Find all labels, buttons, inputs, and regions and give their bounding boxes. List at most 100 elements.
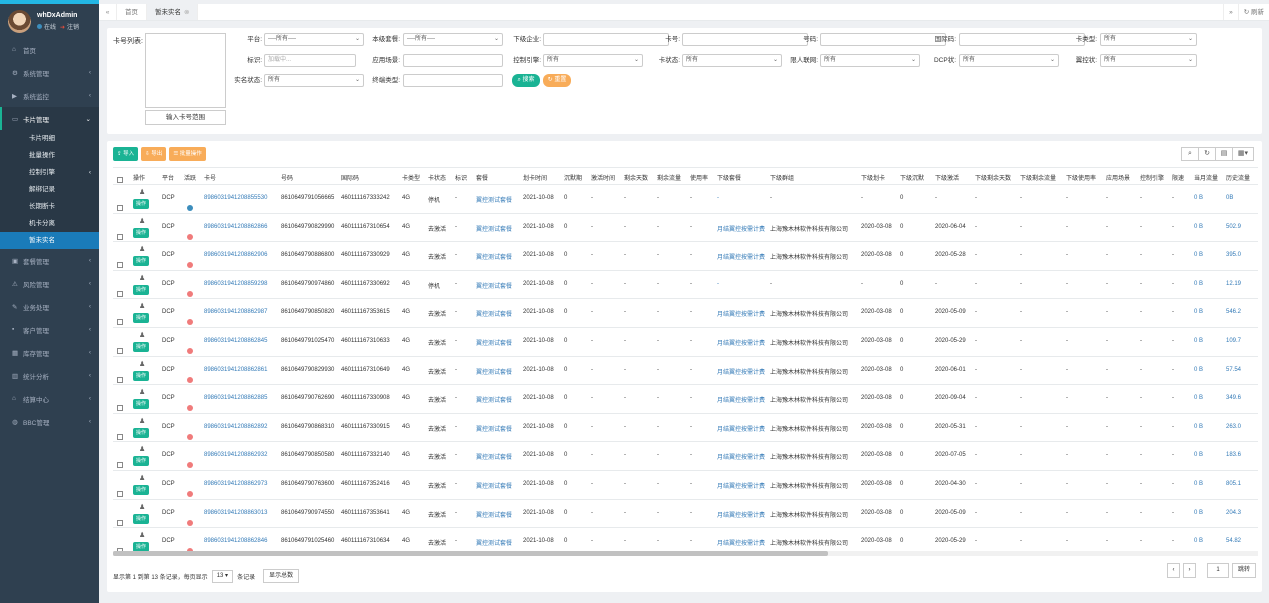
submenu-item-2[interactable]: 控制引擎 ‹ [0,164,99,181]
cell-spkg[interactable]: 月结翼控按需计费 [717,338,765,347]
next-page-button[interactable]: › [1182,563,1196,578]
column-header[interactable]: 下级群组 [770,173,794,182]
sidebar-item-0[interactable]: ⌂ 首页 [0,38,99,61]
sub-company-input[interactable] [543,33,669,46]
sidebar-item2-7[interactable]: ◍ BBC管理 ‹ [0,410,99,433]
operation-button[interactable]: 操作 [133,227,150,238]
column-header[interactable]: 卡类型 [402,173,420,182]
column-header[interactable]: 下级激活 [935,173,959,182]
submenu-item-0[interactable]: 卡片明细 [0,130,99,147]
show-total-button[interactable]: 显示总数 [263,569,300,583]
cell-pkg[interactable]: 翼控测试套餐 [476,281,512,290]
platform-select[interactable]: ----所有---- ⌄ [264,33,364,46]
scene-input[interactable] [403,54,503,67]
operation-button[interactable]: 操作 [133,484,150,495]
batch-button[interactable]: ☰ 批量操作 [169,147,206,161]
cell-hist[interactable]: 0B [1226,195,1233,201]
import-button[interactable]: ⇪ 导入 [113,147,139,161]
cell-hist[interactable]: 546.2 [1226,309,1241,315]
cell-card[interactable]: 8986031941208863013 [204,510,267,516]
realname-select[interactable]: 所有 ⌄ [264,74,364,87]
cell-hist[interactable]: 502.9 [1226,224,1241,230]
column-header[interactable]: 激活时间 [591,173,615,182]
cell-card[interactable]: 8986031941208862892 [204,424,267,430]
operation-button[interactable]: 操作 [133,199,150,209]
package-select[interactable]: ----所有---- ⌄ [403,33,503,46]
column-header[interactable]: 下级剩余天数 [975,173,1011,182]
page-input[interactable]: 1 [1206,563,1229,578]
cell-month[interactable]: 0 B [1194,281,1203,287]
cell-month[interactable]: 0 B [1194,309,1203,315]
cell-month[interactable]: 0 B [1194,452,1203,458]
column-header[interactable]: 下级沉默 [900,173,924,182]
dcp-select[interactable]: 所有 ⌄ [959,54,1059,67]
column-header[interactable]: 卡号 [204,173,216,182]
cell-spkg[interactable]: 月结翼控按需计费 [717,367,765,376]
cell-hist[interactable]: 109.7 [1226,338,1241,344]
column-header[interactable]: 下级使用率 [1066,173,1096,182]
cell-spkg[interactable]: 月结翼控按需计费 [717,481,765,490]
cell-hist[interactable]: 183.6 [1226,452,1241,458]
table-refresh-button[interactable]: ↻ [1198,147,1216,161]
iot-select[interactable]: 所有 ⌄ [820,54,920,67]
cell-spkg[interactable]: 月结翼控按需计费 [717,510,765,519]
cell-spkg[interactable]: 月结翼控按需计费 [717,452,765,461]
submenu-item-1[interactable]: 批量操作 [0,147,99,164]
cell-spkg[interactable]: 月结翼控按需计费 [717,252,765,261]
cell-pkg[interactable]: 翼控测试套餐 [476,338,512,347]
cell-pkg[interactable]: 翼控测试套餐 [476,224,512,233]
table-row[interactable]: ♟ 操作 ▾ DCP 8986031941208862861 86106497908299… [113,357,1258,386]
column-header[interactable]: 操作 [133,173,145,182]
cell-spkg[interactable]: - [717,281,719,287]
column-header[interactable]: 沉默期 [564,173,582,182]
close-icon[interactable]: ⊗ [184,9,189,16]
cell-card[interactable]: 8986031941208862866 [204,224,267,230]
table-row[interactable]: ♟ 操作 ▾ DCP 8986031941208855530 86106497910566… [113,185,1258,214]
cell-pkg[interactable]: 翼控测试套餐 [476,510,512,519]
page-size-select[interactable]: 13 ▾ [211,569,234,583]
cardstate-select[interactable]: 所有 ⌄ [682,54,782,67]
sidebar-item2-3[interactable]: ▪ 客户管理 ‹ [0,318,99,341]
cell-card[interactable]: 8986031941208862973 [204,481,267,487]
column-header[interactable]: 国际码 [341,173,359,182]
cell-month[interactable]: 0 B [1194,224,1203,230]
cell-month[interactable]: 0 B [1194,424,1203,430]
ctrl-select[interactable]: 所有 ⌄ [1100,54,1197,67]
tab-prev-button[interactable]: « [99,4,117,20]
cell-card[interactable]: 8986031941208862845 [204,338,267,344]
sidebar-item-2[interactable]: ▶ 系统监控 ‹ [0,84,99,107]
cell-pkg[interactable]: 翼控测试套餐 [476,367,512,376]
columns-button[interactable]: ▦▾ [1232,147,1254,161]
cell-hist[interactable]: 57.54 [1226,367,1241,373]
cell-month[interactable]: 0 B [1194,481,1203,487]
cell-month[interactable]: 0 B [1194,195,1203,201]
cell-spkg[interactable]: - [717,195,719,201]
cell-hist[interactable]: 395.0 [1226,252,1241,258]
cell-card[interactable]: 8986031941208862906 [204,252,267,258]
cell-card[interactable]: 8986031941208855530 [204,195,267,201]
sidebar-item2-6[interactable]: ⌂ 结算中心 ‹ [0,387,99,410]
operation-button[interactable]: 操作 [133,427,150,438]
cell-month[interactable]: 0 B [1194,367,1203,373]
table-row[interactable]: ♟ 操作 ▾ DCP 8986031941208862845 86106497910254… [113,328,1258,357]
cell-card[interactable]: 8986031941208862885 [204,395,267,401]
logout-link[interactable]: 注销 [67,25,79,31]
cardlist-textarea[interactable] [145,33,226,108]
column-header[interactable]: 划卡时间 [523,173,547,182]
engine-select[interactable]: 所有 ⌄ [543,54,643,67]
operation-button[interactable]: 操作 [133,370,150,381]
table-row[interactable]: ♟ 操作 ▾ DCP 8986031941208863013 86106497909745… [113,500,1258,529]
card-range-button[interactable]: 输入卡号范围 [145,110,226,125]
sidebar-item2-4[interactable]: ▦ 库存管理 ‹ [0,341,99,364]
submenu-item-5[interactable]: 机卡分离 [0,215,99,232]
cell-spkg[interactable]: 月结翼控按需计费 [717,309,765,318]
column-header[interactable]: 当月流量 [1194,173,1218,182]
column-header[interactable]: 平台 [162,173,174,182]
cell-hist[interactable]: 805.1 [1226,481,1241,487]
column-header[interactable]: 下级剩余流量 [1020,173,1056,182]
table-row[interactable]: ♟ 操作 ▾ DCP 8986031941208862885 86106497907626… [113,385,1258,414]
column-header[interactable]: 限速 [1172,173,1184,182]
cell-card[interactable]: 8986031941208862987 [204,309,267,315]
tab-unverified[interactable]: 暂未实名 ⊗ [147,4,199,20]
avatar[interactable] [8,9,31,33]
